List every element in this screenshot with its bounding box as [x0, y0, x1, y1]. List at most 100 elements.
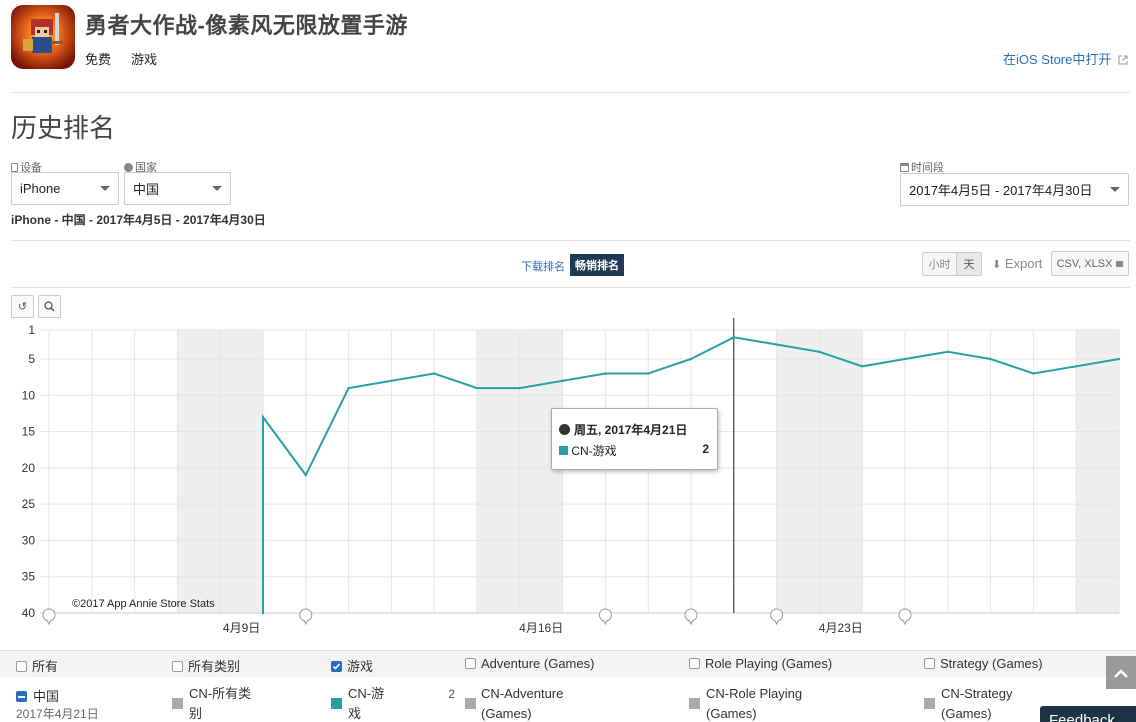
- collapse-icon[interactable]: [16, 691, 27, 702]
- granularity-day-button[interactable]: 天: [956, 252, 982, 276]
- checkbox[interactable]: [689, 658, 700, 669]
- legend-all[interactable]: 所有: [16, 656, 58, 675]
- filter-summary: iPhone - 中国 - 2017年4月5日 - 2017年4月30日: [11, 213, 266, 227]
- legend-country[interactable]: 中国: [16, 686, 59, 705]
- event-marker-icon: [770, 608, 784, 626]
- data-point: [1075, 365, 1078, 368]
- event-marker-icon: [898, 608, 912, 626]
- legend-series-adventure[interactable]: CN-Adventure (Games): [465, 684, 563, 722]
- y-tick-label: 1: [28, 323, 35, 337]
- section-title: 历史排名: [11, 113, 116, 143]
- series-swatch: [331, 698, 342, 709]
- device-select[interactable]: iPhone: [11, 172, 119, 205]
- open-ios-store-link[interactable]: 在iOS Store中打开: [1003, 49, 1128, 68]
- zoom-button[interactable]: [38, 295, 61, 318]
- legend-adventure[interactable]: Adventure (Games): [465, 656, 594, 671]
- event-marker-circle: [299, 608, 313, 622]
- legend-series-role-playing[interactable]: CN-Role Playing (Games): [689, 684, 802, 722]
- tab-grossing[interactable]: 畅销排名: [570, 254, 624, 276]
- device-icon: [11, 163, 18, 172]
- tab-downloads[interactable]: 下载排名: [516, 255, 570, 277]
- series-swatch: [172, 698, 183, 709]
- weekend-band: [1076, 330, 1119, 613]
- event-marker-circle: [598, 608, 612, 622]
- x-tick-label: 4月23日: [819, 621, 863, 635]
- event-marker-icon: [42, 608, 56, 626]
- legend-role-playing[interactable]: Role Playing (Games): [689, 656, 832, 671]
- event-marker-circle: [898, 608, 912, 622]
- calendar-icon: [900, 163, 909, 172]
- scroll-to-top-button[interactable]: [1106, 656, 1136, 689]
- x-tick-label: 4月9日: [223, 621, 260, 635]
- checkbox[interactable]: [172, 661, 183, 672]
- checkbox[interactable]: [16, 661, 27, 672]
- tooltip-header: 周五, 2017年4月21日: [559, 421, 687, 438]
- open-ios-store-label: 在iOS Store中打开: [1003, 52, 1112, 67]
- data-point: [347, 386, 350, 390]
- legend-series-all-categories[interactable]: CN-所有类 别: [172, 684, 251, 722]
- app-title: 勇者大作战-像素风无限放置手游: [85, 13, 408, 38]
- data-point: [818, 350, 821, 353]
- checkbox[interactable]: [465, 658, 476, 669]
- header-divider: [11, 92, 1130, 93]
- data-point: [261, 415, 265, 419]
- data-point: [261, 611, 265, 615]
- export-format-label: CSV, XLSX: [1056, 257, 1113, 270]
- y-tick-label: 30: [22, 533, 36, 547]
- event-marker-circle: [42, 608, 56, 622]
- y-tick-label: 25: [22, 497, 36, 511]
- data-point: [518, 386, 521, 390]
- y-tick-label: 5: [28, 352, 35, 366]
- series-swatch: [689, 698, 700, 709]
- app-icon: [11, 5, 75, 69]
- data-point: [775, 343, 778, 346]
- zoom-icon: [44, 301, 55, 312]
- chevron-up-icon: [1114, 668, 1128, 678]
- event-marker-tail: [602, 619, 608, 626]
- chevron-down-icon: [1110, 187, 1120, 192]
- event-marker-icon: [299, 608, 313, 626]
- y-tick-label: 35: [22, 570, 36, 584]
- period-select[interactable]: 2017年4月5日 - 2017年4月30日: [900, 173, 1129, 206]
- data-point: [604, 372, 607, 375]
- y-tick-label: 10: [22, 388, 36, 402]
- feedback-button[interactable]: Feedback: [1040, 706, 1136, 722]
- category-link[interactable]: 游戏: [131, 49, 157, 68]
- reset-zoom-button[interactable]: ↺: [11, 295, 34, 318]
- globe-icon: [559, 424, 570, 435]
- event-marker-icon: [684, 608, 698, 626]
- event-marker-tail: [774, 619, 780, 626]
- event-marker-tail: [902, 619, 908, 626]
- granularity-hour-button[interactable]: 小时: [922, 252, 957, 276]
- checkbox-checked[interactable]: [331, 661, 342, 672]
- download-icon: ⬇: [992, 259, 1002, 271]
- country-select-value: 中国: [133, 182, 160, 197]
- series-swatch: [559, 446, 568, 455]
- external-link-icon: [1118, 55, 1128, 65]
- legend-series-games[interactable]: CN-游 戏 2: [331, 684, 457, 722]
- event-marker-tail: [688, 619, 694, 626]
- device-select-value: iPhone: [20, 181, 61, 196]
- x-tick-label: 4月16日: [519, 621, 563, 635]
- export-label: ⬇ Export: [992, 256, 1043, 271]
- event-marker-tail: [46, 619, 52, 626]
- chevron-down-icon: [212, 186, 222, 191]
- series-swatch: [924, 698, 935, 709]
- data-point: [946, 350, 949, 353]
- country-select[interactable]: 中国: [124, 172, 231, 205]
- event-marker-circle: [684, 608, 698, 622]
- legend-series-value: 2: [448, 687, 455, 701]
- legend-games[interactable]: 游戏: [331, 656, 373, 675]
- chevron-down-icon: [100, 186, 110, 191]
- legend-date: 2017年4月21日: [16, 707, 99, 721]
- globe-icon: [124, 163, 133, 172]
- legend-all-categories[interactable]: 所有类别: [172, 656, 240, 675]
- chart-credit: ©2017 App Annie Store Stats: [72, 598, 215, 610]
- checkbox[interactable]: [924, 658, 935, 669]
- price-label: 免费: [85, 52, 112, 67]
- data-point: [433, 372, 436, 375]
- legend-series-strategy[interactable]: CN-Strategy (Games): [924, 684, 1013, 722]
- legend-strategy[interactable]: Strategy (Games): [924, 656, 1043, 671]
- export-format-button[interactable]: CSV, XLSX: [1051, 251, 1129, 276]
- period-select-value: 2017年4月5日 - 2017年4月30日: [909, 183, 1093, 198]
